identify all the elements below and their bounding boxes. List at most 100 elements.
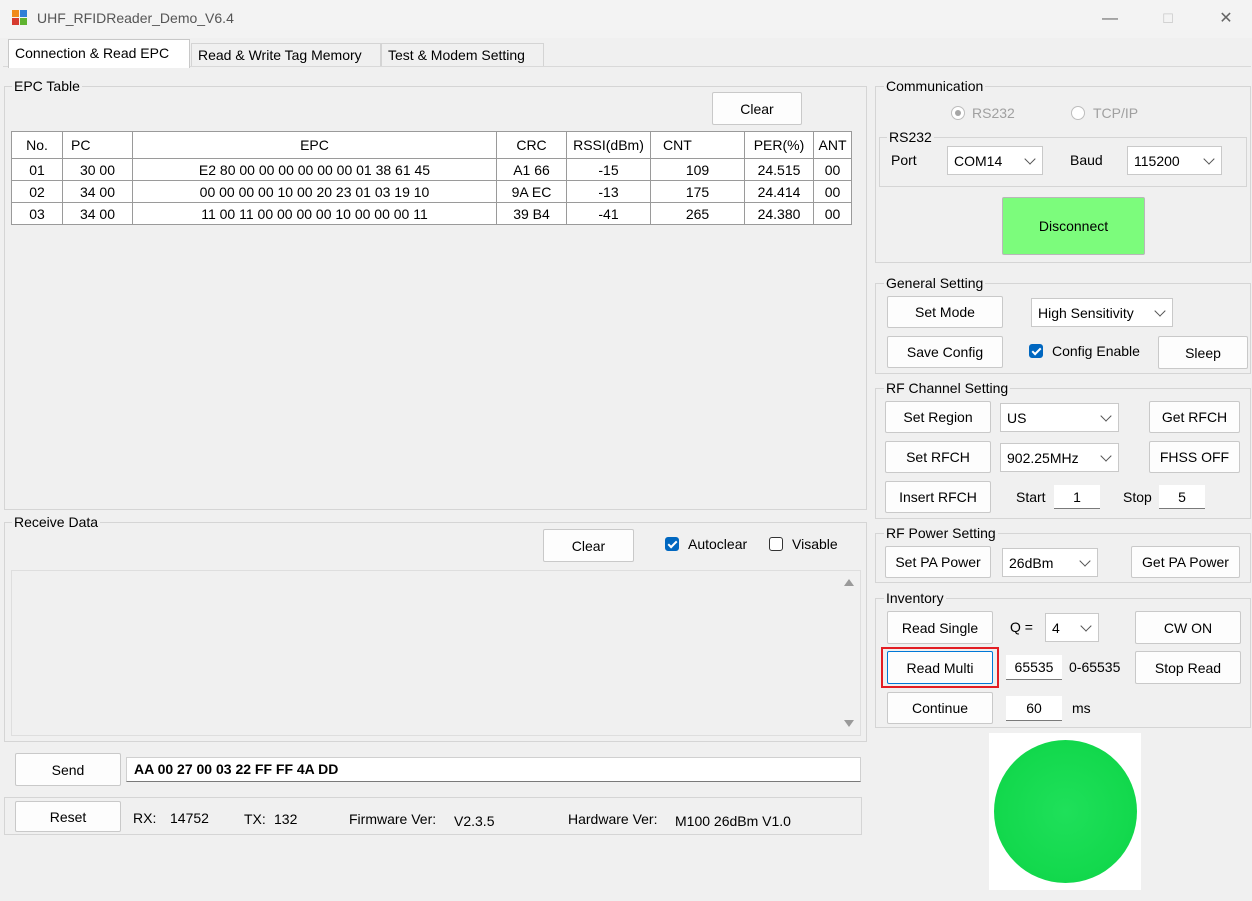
interval-unit-label: ms <box>1072 700 1091 716</box>
autoclear-checkbox[interactable] <box>665 537 679 551</box>
set-pa-power-button[interactable]: Set PA Power <box>885 546 991 578</box>
send-button[interactable]: Send <box>15 753 121 786</box>
firmware-label: Firmware Ver: <box>349 811 437 827</box>
stop-label: Stop <box>1123 489 1152 505</box>
baud-label: Baud <box>1070 152 1103 168</box>
tx-label: TX: <box>244 811 266 827</box>
read-multi-button[interactable]: Read Multi <box>887 651 993 684</box>
mode-value: High Sensitivity <box>1038 304 1134 321</box>
table-row[interactable]: 03 34 00 11 00 11 00 00 00 00 10 00 00 0… <box>11 202 852 225</box>
epc-clear-button[interactable]: Clear <box>712 92 802 125</box>
tab-read-write-tag-memory[interactable]: Read & Write Tag Memory <box>191 43 381 67</box>
col-epc[interactable]: EPC <box>132 131 497 159</box>
table-row[interactable]: 01 30 00 E2 80 00 00 00 00 00 00 01 38 6… <box>11 158 852 181</box>
window-title: UHF_RFIDReader_Demo_V6.4 <box>37 10 234 26</box>
tx-value: 132 <box>274 811 298 827</box>
sleep-button[interactable]: Sleep <box>1158 336 1248 369</box>
chevron-down-icon <box>1100 449 1112 462</box>
tcpip-radio[interactable] <box>1071 106 1085 120</box>
cell-per: 24.380 <box>744 202 814 225</box>
insert-rfch-button[interactable]: Insert RFCH <box>885 481 991 513</box>
scroll-up-icon[interactable] <box>844 579 854 586</box>
receive-data-textarea[interactable] <box>11 570 861 736</box>
cell-pc: 34 00 <box>62 180 133 203</box>
cell-no: 03 <box>11 202 63 225</box>
tab-test-modem-setting[interactable]: Test & Modem Setting <box>381 43 544 67</box>
save-config-button[interactable]: Save Config <box>887 336 1003 368</box>
receive-data-label: Receive Data <box>12 514 101 530</box>
maximize-button[interactable]: ☐ <box>1138 0 1198 38</box>
config-enable-checkbox[interactable] <box>1029 344 1043 358</box>
rs232-group-label: RS232 <box>887 129 934 145</box>
hardware-value: M100 26dBm V1.0 <box>675 813 791 829</box>
cell-ant: 00 <box>813 202 852 225</box>
col-per[interactable]: PER(%) <box>744 131 814 159</box>
col-cnt[interactable]: CNT <box>650 131 745 159</box>
col-rssi[interactable]: RSSI(dBm) <box>566 131 651 159</box>
chevron-down-icon <box>1024 152 1036 165</box>
title-bar: UHF_RFIDReader_Demo_V6.4 — ☐ ✕ <box>0 0 1252 38</box>
pa-power-select[interactable]: 26dBm <box>1002 548 1098 577</box>
start-label: Start <box>1016 489 1046 505</box>
rs232-radio-label: RS232 <box>972 105 1015 121</box>
cell-ant: 00 <box>813 180 852 203</box>
reset-button[interactable]: Reset <box>15 801 121 832</box>
baud-select[interactable]: 115200 <box>1127 146 1222 175</box>
count-range-label: 0-65535 <box>1069 659 1121 675</box>
epc-table-label: EPC Table <box>12 78 82 94</box>
vertical-scrollbar[interactable] <box>838 571 860 735</box>
rs232-radio[interactable] <box>951 106 965 120</box>
region-select[interactable]: US <box>1000 403 1119 432</box>
cell-no: 01 <box>11 158 63 181</box>
q-select[interactable]: 4 <box>1045 613 1099 642</box>
chevron-down-icon <box>1079 554 1091 567</box>
read-count-input[interactable]: 65535 <box>1006 655 1062 680</box>
get-rfch-button[interactable]: Get RFCH <box>1149 401 1240 433</box>
start-channel-input[interactable]: 1 <box>1054 485 1100 509</box>
minimize-button[interactable]: — <box>1080 0 1140 38</box>
receive-clear-button[interactable]: Clear <box>543 529 634 562</box>
col-no[interactable]: No. <box>11 131 63 159</box>
close-button[interactable]: ✕ <box>1196 0 1252 38</box>
set-rfch-button[interactable]: Set RFCH <box>885 441 991 473</box>
continue-button[interactable]: Continue <box>887 692 993 724</box>
cell-cnt: 265 <box>650 202 745 225</box>
table-row[interactable]: 02 34 00 00 00 00 00 10 00 20 23 01 03 1… <box>11 180 852 203</box>
set-mode-button[interactable]: Set Mode <box>887 296 1003 328</box>
tab-connection-read-epc[interactable]: Connection & Read EPC <box>8 39 190 68</box>
mode-select[interactable]: High Sensitivity <box>1031 298 1173 327</box>
rfch-select[interactable]: 902.25MHz <box>1000 443 1119 472</box>
cw-on-button[interactable]: CW ON <box>1135 611 1241 644</box>
cell-epc: E2 80 00 00 00 00 00 00 01 38 61 45 <box>132 158 497 181</box>
send-command-input[interactable]: AA 00 27 00 03 22 FF FF 4A DD <box>126 757 861 782</box>
cell-epc: 00 00 00 00 10 00 20 23 01 03 19 10 <box>132 180 497 203</box>
scroll-down-icon[interactable] <box>844 720 854 727</box>
col-pc[interactable]: PC <box>62 131 133 159</box>
stop-channel-input[interactable]: 5 <box>1159 485 1205 509</box>
q-label: Q = <box>1010 619 1033 635</box>
epc-table: No. PC EPC CRC RSSI(dBm) CNT PER(%) ANT … <box>11 131 852 225</box>
interval-input[interactable]: 60 <box>1006 696 1062 721</box>
communication-label: Communication <box>884 78 986 94</box>
chevron-down-icon <box>1154 304 1166 317</box>
hardware-label: Hardware Ver: <box>568 811 658 827</box>
col-crc[interactable]: CRC <box>496 131 567 159</box>
cell-epc: 11 00 11 00 00 00 00 10 00 00 00 11 <box>132 202 497 225</box>
cell-crc: A1 66 <box>496 158 567 181</box>
get-pa-power-button[interactable]: Get PA Power <box>1131 546 1240 578</box>
set-region-button[interactable]: Set Region <box>885 401 991 433</box>
stop-read-button[interactable]: Stop Read <box>1135 651 1241 684</box>
read-single-button[interactable]: Read Single <box>887 611 993 644</box>
rx-label: RX: <box>133 810 157 826</box>
cell-ant: 00 <box>813 158 852 181</box>
cell-rssi: -41 <box>566 202 651 225</box>
fhss-off-button[interactable]: FHSS OFF <box>1149 441 1240 473</box>
col-ant[interactable]: ANT <box>813 131 852 159</box>
port-select[interactable]: COM14 <box>947 146 1043 175</box>
rf-power-label: RF Power Setting <box>884 525 998 541</box>
visable-checkbox[interactable] <box>769 537 783 551</box>
cell-cnt: 109 <box>650 158 745 181</box>
cell-per: 24.414 <box>744 180 814 203</box>
app-window: UHF_RFIDReader_Demo_V6.4 — ☐ ✕ Connectio… <box>0 0 1252 901</box>
disconnect-button[interactable]: Disconnect <box>1002 197 1145 255</box>
